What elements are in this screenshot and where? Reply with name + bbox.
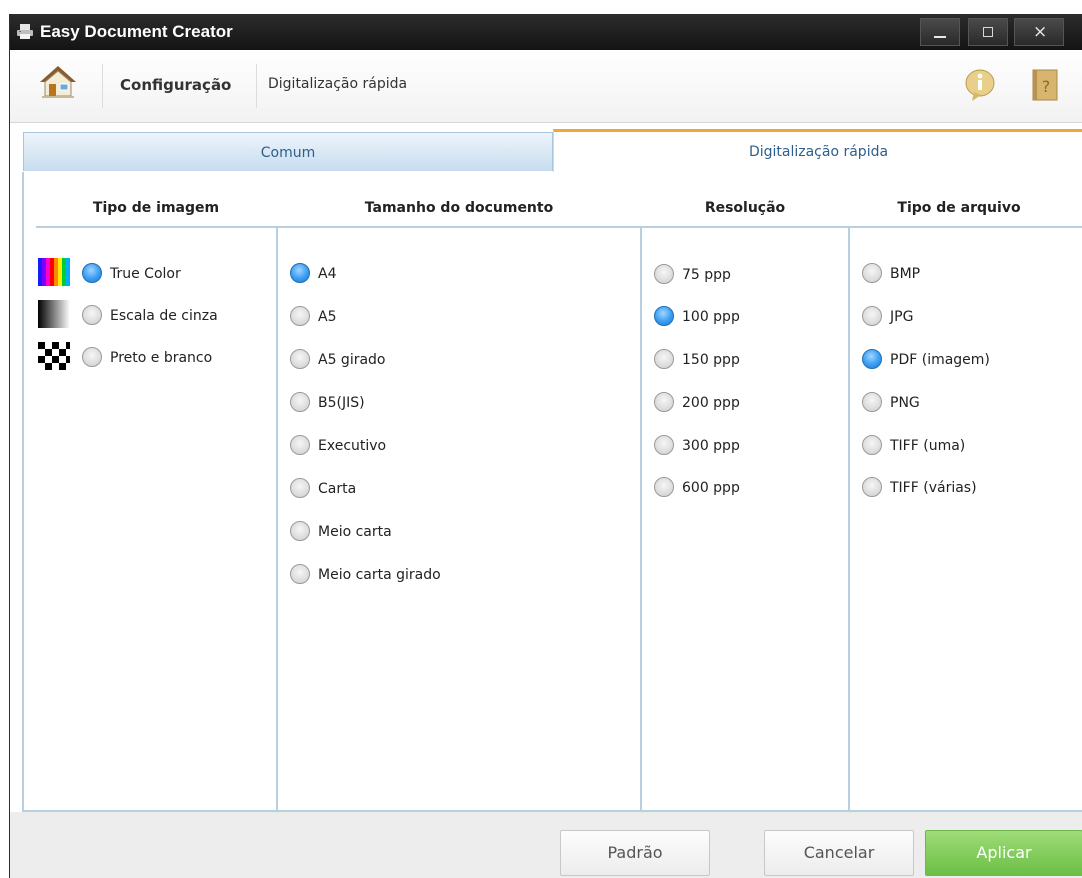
option-label: BMP	[890, 266, 921, 282]
option-label: Meio carta	[318, 524, 392, 540]
default-button[interactable]: Padrão	[560, 830, 710, 876]
radio-unselected[interactable]	[862, 477, 882, 497]
radio-unselected[interactable]	[290, 392, 310, 412]
radio-unselected[interactable]	[290, 349, 310, 369]
option-label: 200 ppp	[682, 395, 740, 411]
option-label: Preto e branco	[110, 350, 213, 366]
document-size-header: Tamanho do documento	[364, 200, 554, 216]
minimize-icon	[934, 36, 946, 38]
breadcrumb-quick-scan: Digitalização rápida	[268, 76, 408, 92]
option-label: Escala de cinza	[110, 308, 218, 324]
info-icon[interactable]	[964, 68, 996, 102]
color-bars-icon	[38, 258, 70, 286]
dialog-footer: Padrão Cancelar Aplicar	[10, 812, 1082, 878]
option-label: Meio carta girado	[318, 567, 441, 583]
maximize-button[interactable]	[968, 18, 1008, 46]
radio-selected[interactable]	[290, 263, 310, 283]
option-label: Executivo	[318, 438, 387, 454]
image-type-header: Tipo de imagem	[92, 200, 220, 216]
option-label: 75 ppp	[682, 267, 731, 283]
option-label: A5	[318, 309, 337, 325]
toolbar-separator	[256, 64, 257, 108]
grayscale-gradient-icon	[38, 300, 70, 328]
radio-selected[interactable]	[82, 263, 102, 283]
app-printer-icon	[17, 24, 33, 39]
radio-unselected[interactable]	[82, 305, 102, 325]
radio-unselected[interactable]	[654, 477, 674, 497]
radio-unselected[interactable]	[290, 435, 310, 455]
column-divider	[848, 228, 850, 810]
radio-unselected[interactable]	[290, 478, 310, 498]
resolution-header: Resolução	[704, 200, 786, 216]
option-label: PNG	[890, 395, 920, 411]
checkerboard-icon	[38, 342, 70, 370]
radio-unselected[interactable]	[290, 564, 310, 584]
file-type-header: Tipo de arquivo	[897, 200, 1021, 216]
minimize-button[interactable]	[920, 18, 960, 46]
option-label: 150 ppp	[682, 352, 740, 368]
radio-unselected[interactable]	[862, 306, 882, 326]
option-label: 100 ppp	[682, 309, 740, 325]
toolbar: Configuração Digitalização rápida ?	[10, 50, 1082, 123]
radio-selected[interactable]	[654, 306, 674, 326]
radio-selected[interactable]	[862, 349, 882, 369]
radio-unselected[interactable]	[862, 392, 882, 412]
breadcrumb-configuration[interactable]: Configuração	[120, 76, 231, 94]
option-label: 300 ppp	[682, 438, 740, 454]
svg-text:?: ?	[1042, 77, 1051, 96]
radio-unselected[interactable]	[290, 306, 310, 326]
cancel-button[interactable]: Cancelar	[764, 830, 914, 876]
radio-unselected[interactable]	[654, 349, 674, 369]
window-title: Easy Document Creator	[40, 22, 233, 41]
radio-unselected[interactable]	[862, 263, 882, 283]
option-label: A5 girado	[318, 352, 386, 368]
radio-unselected[interactable]	[290, 521, 310, 541]
option-label: Carta	[318, 481, 357, 497]
option-label: 600 ppp	[682, 480, 740, 496]
toolbar-separator	[102, 64, 103, 108]
settings-panel: Tipo de imagem Tamanho do documento Reso…	[22, 172, 1082, 812]
close-icon: ×	[1033, 22, 1048, 42]
option-label: B5(JIS)	[318, 395, 365, 411]
option-label: TIFF (várias)	[890, 480, 977, 496]
maximize-icon	[983, 27, 993, 37]
option-label: TIFF (uma)	[890, 438, 966, 454]
app-window: Easy Document Creator × Configuração Dig…	[9, 14, 1082, 878]
header-divider	[36, 226, 1082, 228]
radio-unselected[interactable]	[654, 264, 674, 284]
help-book-icon[interactable]: ?	[1031, 68, 1059, 102]
radio-unselected[interactable]	[862, 435, 882, 455]
tab-comum[interactable]: Comum	[23, 132, 553, 171]
column-divider	[640, 228, 642, 810]
option-label: A4	[318, 266, 337, 282]
option-label: JPG	[890, 309, 914, 325]
radio-unselected[interactable]	[654, 435, 674, 455]
option-label: True Color	[110, 266, 181, 282]
tab-quick-scan[interactable]: Digitalização rápida	[553, 129, 1082, 173]
column-divider	[276, 228, 278, 810]
radio-unselected[interactable]	[82, 347, 102, 367]
option-label: PDF (imagem)	[890, 352, 990, 368]
apply-button[interactable]: Aplicar	[925, 830, 1082, 876]
home-icon[interactable]	[38, 62, 78, 102]
radio-unselected[interactable]	[654, 392, 674, 412]
title-bar[interactable]: Easy Document Creator ×	[10, 14, 1082, 50]
close-button[interactable]: ×	[1014, 18, 1064, 46]
tab-bar: Comum Digitalização rápida	[23, 122, 1082, 173]
